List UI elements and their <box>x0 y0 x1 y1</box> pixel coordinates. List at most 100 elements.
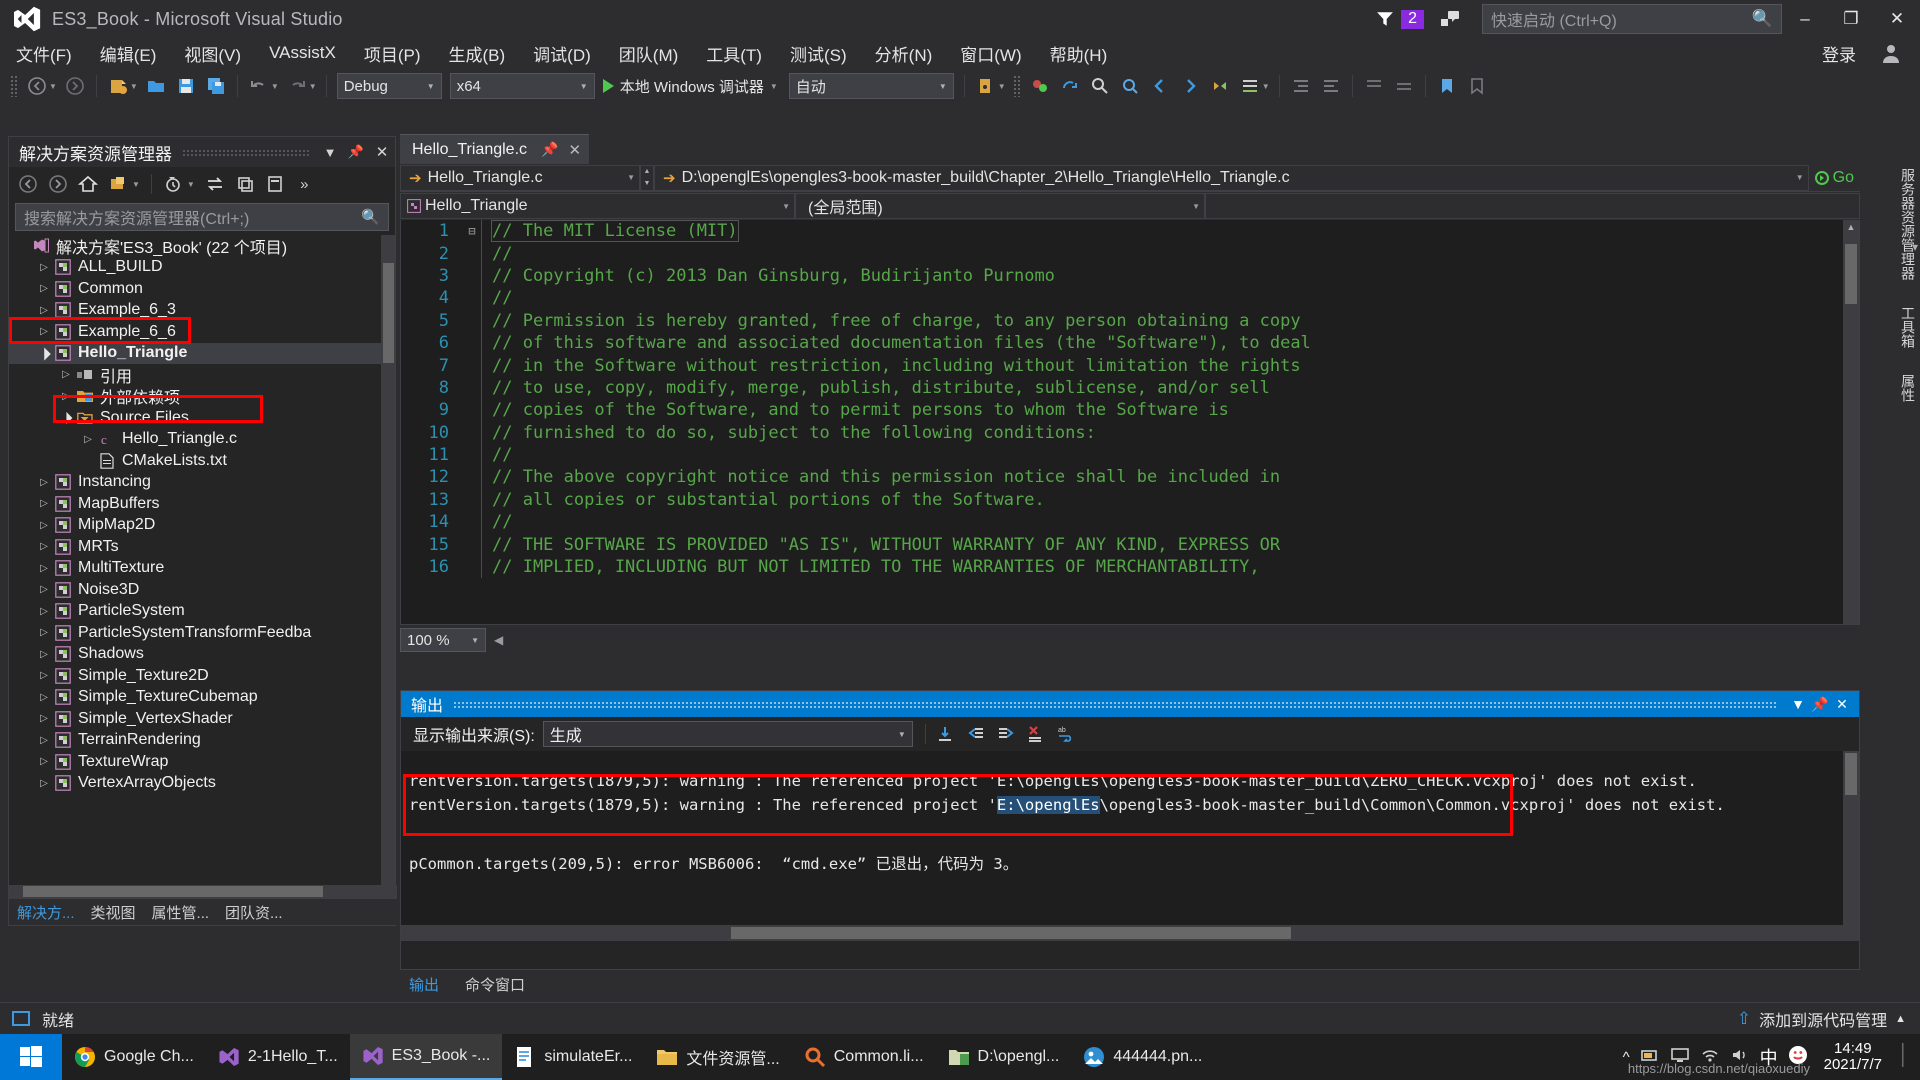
collapse-arrow-icon[interactable]: ▷ <box>35 778 53 789</box>
nav-path-combo[interactable]: ➔ D:\openglEs\opengles3-book-master_buil… <box>654 164 1809 191</box>
vassist-list-icon[interactable] <box>1236 72 1264 100</box>
forward-icon[interactable] <box>45 171 71 197</box>
tab-property-manager[interactable]: 属性管... <box>144 902 218 923</box>
login-link[interactable]: 登录 <box>1822 41 1876 66</box>
rdock-tab-toolbox[interactable]: 工具箱 <box>1896 298 1920 356</box>
document-tab-hello-triangle-c[interactable]: Hello_Triangle.c 📌 ✕ <box>400 134 590 164</box>
scroll-up-icon[interactable]: ▲ <box>1845 222 1857 236</box>
tree-vertical-scrollbar[interactable] <box>381 235 395 895</box>
taskbar-item-vs-es3book[interactable]: ES3_Book -... <box>349 1034 503 1080</box>
toolbar-grip[interactable] <box>1012 75 1021 97</box>
bookmark-icon[interactable] <box>1433 72 1461 100</box>
tree-item[interactable]: ▷ MRTs <box>9 536 395 558</box>
tree-item[interactable]: ▷ Simple_Texture2D <box>9 665 395 687</box>
comment-icon[interactable] <box>1360 72 1388 100</box>
goto-previous-icon[interactable] <box>1146 72 1174 100</box>
output-horizontal-scrollbar[interactable] <box>401 925 1859 941</box>
output-source-combo[interactable]: 生成 ▼ <box>542 721 913 747</box>
sync-icon[interactable] <box>202 171 228 197</box>
taskbar-item-vs-2-1hello[interactable]: 2-1Hello_T... <box>206 1034 350 1080</box>
collapse-arrow-icon[interactable]: ▷ <box>57 369 75 380</box>
code-line[interactable]: 6 // of this software and associated docu… <box>401 331 1859 355</box>
fold-toggle-icon[interactable]: ⊟ <box>463 224 481 238</box>
tree-item[interactable]: ▷ Simple_VertexShader <box>9 708 395 730</box>
open-corresponding-file-icon[interactable] <box>1206 72 1234 100</box>
save-icon[interactable] <box>172 72 200 100</box>
properties-icon[interactable] <box>262 171 288 197</box>
find-reference-icon[interactable] <box>1116 72 1144 100</box>
nav-spinner[interactable]: ▲ ▼ <box>640 164 654 191</box>
show-all-files-icon[interactable] <box>105 171 131 197</box>
undo-icon[interactable] <box>245 72 273 100</box>
tree-item[interactable]: ▷ MultiTexture <box>9 558 395 580</box>
code-line[interactable]: 5 // Permission is hereby granted, free o… <box>401 309 1859 332</box>
close-icon[interactable]: ✕ <box>1831 693 1853 715</box>
collapse-arrow-icon[interactable]: ▷ <box>35 735 53 746</box>
tree-item[interactable]: ▷ c Hello_Triangle.c <box>9 429 395 451</box>
tree-item[interactable]: ▷ Shadows <box>9 644 395 666</box>
chevron-down-icon[interactable]: ▼ <box>939 82 947 91</box>
taskbar-item-444444png[interactable]: 444444.pn... <box>1071 1034 1214 1080</box>
chevron-down-icon[interactable]: ▼ <box>1787 693 1809 715</box>
collapse-arrow-icon[interactable]: ▷ <box>35 541 53 552</box>
taskbar-item-d-opengl[interactable]: D:\opengl... <box>936 1034 1072 1080</box>
collapse-arrow-icon[interactable]: ▷ <box>35 477 53 488</box>
chevron-down-icon[interactable]: ▼ <box>770 82 778 91</box>
output-line[interactable]: rentVersion.targets(1879,5): warning : T… <box>401 769 1859 793</box>
tree-item[interactable]: ▷ ParticleSystem <box>9 601 395 623</box>
menu-item-test[interactable]: 测试(S) <box>778 39 859 68</box>
code-editor[interactable]: ▲ 1 ⊟ // The MIT License (MIT) 2 // 3 // Copyr… <box>400 220 1860 625</box>
tree-item[interactable]: ▷ Noise3D <box>9 579 395 601</box>
output-error-line[interactable]: pCommon.targets(209,5): error MSB6006: “… <box>401 851 1859 875</box>
go-to-previous-message-icon[interactable] <box>962 720 990 748</box>
go-button[interactable]: Go <box>1809 169 1860 187</box>
code-line[interactable]: 1 ⊟ // The MIT License (MIT) <box>401 220 1859 243</box>
chevron-up-icon[interactable]: ▲ <box>1895 1013 1906 1025</box>
open-file-icon[interactable] <box>142 72 170 100</box>
menu-item-build[interactable]: 生成(B) <box>437 39 518 68</box>
tree-item[interactable]: ▷ 外部依赖项 <box>9 386 395 407</box>
search-icon[interactable]: 🔍 <box>1752 9 1773 29</box>
chevron-down-icon[interactable]: ▼ <box>427 82 435 91</box>
menu-item-tools[interactable]: 工具(T) <box>694 39 774 68</box>
collapse-arrow-icon[interactable]: ▷ <box>35 692 53 703</box>
new-project-icon[interactable] <box>104 72 132 100</box>
pin-icon[interactable]: 📌 <box>541 141 558 158</box>
account-icon[interactable] <box>1876 38 1906 68</box>
tree-item[interactable]: CMakeLists.txt <box>9 450 395 472</box>
output-line[interactable]: rentVersion.targets(1879,5): warning : T… <box>401 793 1859 817</box>
code-line[interactable]: 7 // in the Software without restriction,… <box>401 354 1859 377</box>
tab-output[interactable]: 输出 <box>401 974 447 995</box>
scrollbar-thumb[interactable] <box>23 886 323 897</box>
nav-file-combo[interactable]: ➔ Hello_Triangle.c ▼ <box>400 164 640 191</box>
close-button[interactable]: ✕ <box>1874 0 1920 38</box>
collapse-arrow-icon[interactable]: ▷ <box>35 713 53 724</box>
code-line[interactable]: 8 // to use, copy, modify, merge, publish… <box>401 376 1859 400</box>
tree-item[interactable]: ▷ TerrainRendering <box>9 730 395 752</box>
chevron-down-icon[interactable]: ▼ <box>309 82 317 91</box>
taskbar-clock[interactable]: 14:49 2021/7/7 <box>1818 1041 1888 1073</box>
tree-item[interactable]: ▷ ALL_BUILD <box>9 257 395 279</box>
collapse-arrow-icon[interactable]: ▷ <box>35 305 53 316</box>
output-selected-text[interactable]: E:\openglEs <box>996 796 1100 814</box>
collapse-arrow-icon[interactable]: ▷ <box>35 584 53 595</box>
tree-item[interactable]: ▷ Example_6_3 <box>9 300 395 322</box>
taskbar-item-file-explorer[interactable]: 文件资源管... <box>644 1034 791 1080</box>
rdock-tab-properties[interactable]: 属性 <box>1896 366 1920 410</box>
scrollbar-thumb[interactable] <box>1845 753 1857 795</box>
code-line[interactable]: 9 // copies of the Software, and to permi… <box>401 399 1859 422</box>
tree-item[interactable]: ▷ Example_6_6 <box>9 321 395 343</box>
menu-item-debug[interactable]: 调试(D) <box>521 39 603 68</box>
search-icon[interactable]: 🔍 <box>361 208 380 226</box>
spinner-up-icon[interactable]: ▲ <box>641 166 653 178</box>
clear-all-icon[interactable] <box>1022 720 1050 748</box>
solution-tree[interactable]: 解决方案'ES3_Book' (22 个项目) ▷ ALL_BUILD ▷ Common… <box>9 235 395 895</box>
indent-increase-icon[interactable] <box>1317 72 1345 100</box>
tree-item[interactable]: 解决方案'ES3_Book' (22 个项目) <box>9 235 395 257</box>
debug-target-combo[interactable]: 自动 ▼ <box>788 73 954 99</box>
close-icon[interactable]: ✕ <box>373 143 391 161</box>
chevron-down-icon[interactable]: ▼ <box>998 82 1006 91</box>
scrollbar-thumb[interactable] <box>1845 244 1857 304</box>
navigate-backward-icon[interactable] <box>23 72 51 100</box>
chevron-down-icon[interactable]: ▼ <box>617 173 635 182</box>
